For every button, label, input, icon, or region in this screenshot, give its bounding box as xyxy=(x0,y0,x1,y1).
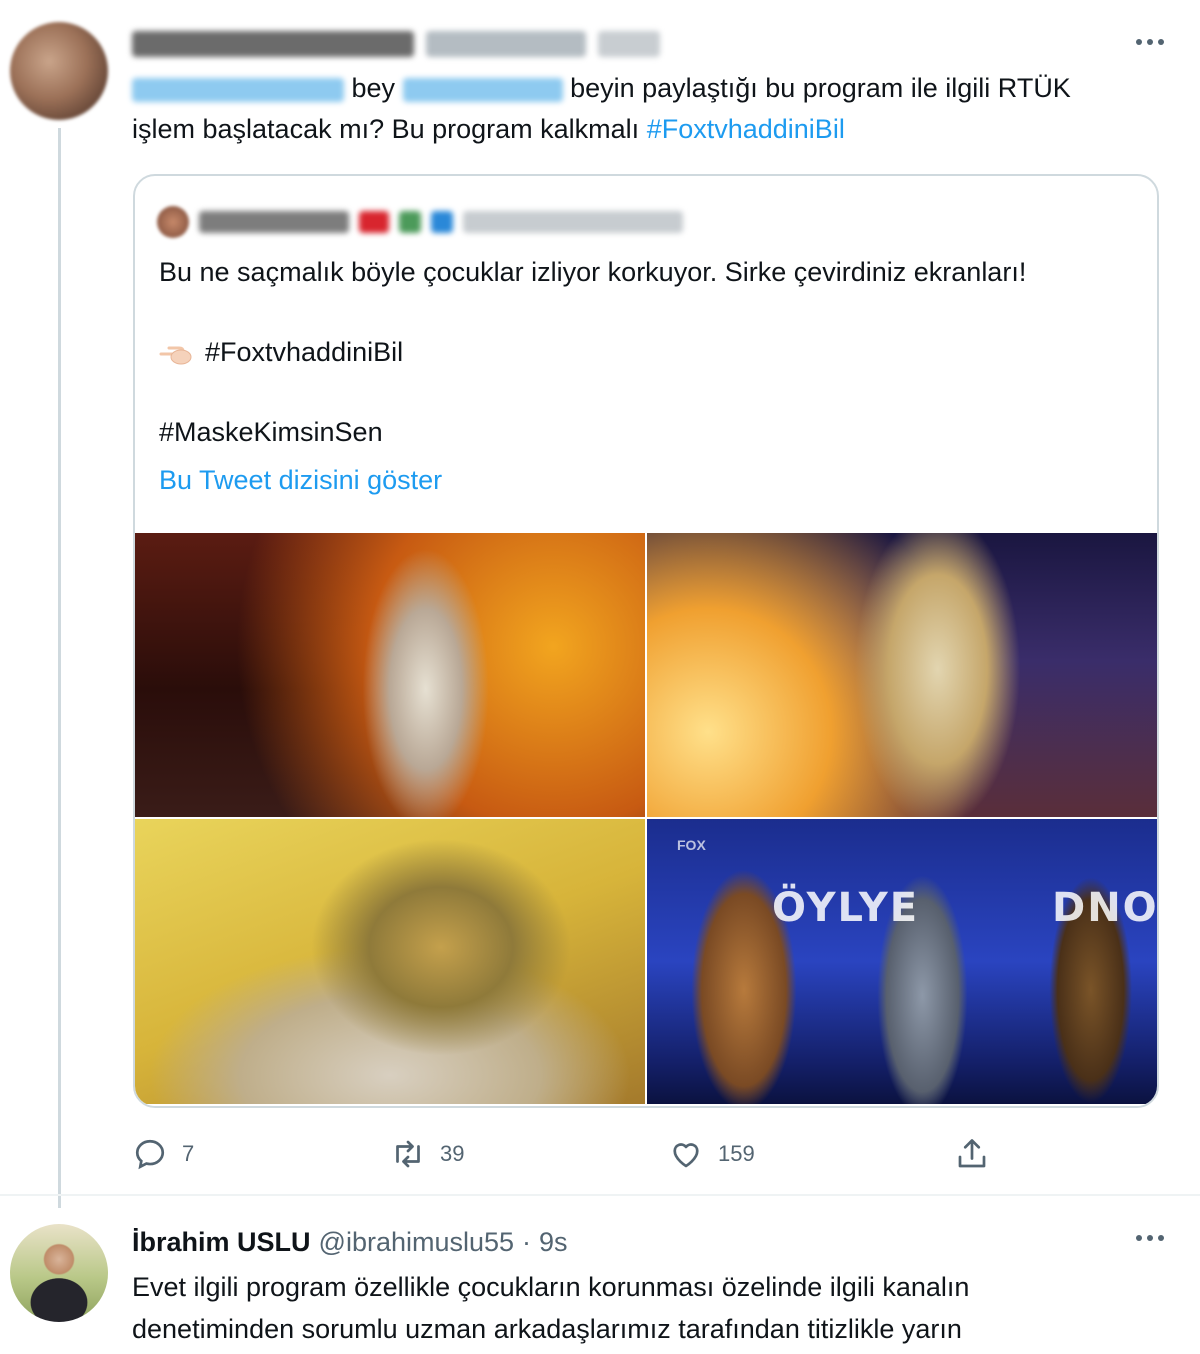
share-icon xyxy=(958,1139,986,1168)
media-image-lion-costume[interactable] xyxy=(647,533,1157,817)
blurred-emoji xyxy=(399,211,421,233)
tweet[interactable]: bey beyin paylaştığı bu program ile ilgi… xyxy=(0,0,1200,1208)
blurred-mention-1[interactable] xyxy=(132,77,344,102)
blurred-mention-2[interactable] xyxy=(402,77,563,102)
tweet-text-part-2: beyin paylaştığı bu program ile ilgili R… xyxy=(570,73,1071,103)
channel-logo: FOX xyxy=(677,837,706,853)
reply-tweet[interactable]: İbrahim USLU @ibrahimuslu55 · 9s Evet il… xyxy=(0,1196,1200,1354)
quoted-tweet[interactable]: Bu ne saçmalık böyle çocuklar izliyor ko… xyxy=(133,174,1159,1108)
avatar[interactable] xyxy=(10,1224,108,1322)
quoted-line-1: Bu ne saçmalık böyle çocuklar izliyor ko… xyxy=(159,257,1027,287)
quoted-tweet-header xyxy=(157,204,683,240)
blurred-username[interactable] xyxy=(132,31,414,57)
quoted-hashtag-1[interactable]: #FoxtvhaddiniBil xyxy=(205,337,403,367)
like-button[interactable]: 159 xyxy=(668,1134,755,1174)
tweet-text: bey beyin paylaştığı bu program ile ilgi… xyxy=(132,68,1172,150)
like-icon xyxy=(673,1143,699,1168)
tweet-text: Evet ilgili program özellikle çocukların… xyxy=(132,1266,1172,1350)
pointing-finger-icon xyxy=(159,346,192,365)
tweet-time[interactable]: 9s xyxy=(539,1227,568,1258)
quoted-avatar xyxy=(157,206,189,238)
more-icon[interactable] xyxy=(1130,1226,1170,1250)
quoted-tweet-text: Bu ne saçmalık böyle çocuklar izliyor ko… xyxy=(159,252,1149,500)
tweet-header xyxy=(132,28,660,60)
show-thread-link[interactable]: Bu Tweet dizisini göster xyxy=(159,460,1149,500)
tweet-text-line-1: Evet ilgili program özellikle çocukların… xyxy=(132,1272,970,1302)
tweet-header: İbrahim USLU @ibrahimuslu55 · 9s xyxy=(132,1226,568,1258)
blurred-quoted-username xyxy=(199,211,349,233)
reply-count: 7 xyxy=(182,1141,195,1166)
stage-banner-text-2: DNO xyxy=(1052,885,1157,931)
user-name[interactable]: İbrahim USLU xyxy=(132,1227,311,1258)
quoted-hashtag-2[interactable]: #MaskeKimsinSen xyxy=(159,412,1149,452)
retweet-icon xyxy=(396,1140,420,1168)
retweet-button[interactable]: 39 xyxy=(390,1134,464,1174)
media-image-stage[interactable] xyxy=(135,533,645,817)
media-image-golden-mask[interactable] xyxy=(135,819,645,1104)
retweet-count: 39 xyxy=(440,1141,465,1166)
hashtag-link[interactable]: #FoxtvhaddiniBil xyxy=(647,114,845,144)
separator-dot: · xyxy=(522,1226,532,1257)
tweet-text-line-2: işlem başlatacak mı? Bu program kalkmalı xyxy=(132,114,640,144)
blurred-handle[interactable] xyxy=(426,31,586,57)
share-button[interactable] xyxy=(954,1134,990,1174)
thread-line xyxy=(58,128,61,1208)
media-grid: FOX ÖYLYE DNO xyxy=(135,533,1157,1106)
tweet-actions: 7 39 159 xyxy=(132,1134,1012,1174)
media-image-stage-performers[interactable]: FOX ÖYLYE DNO xyxy=(647,819,1157,1104)
blurred-quoted-handle xyxy=(463,211,683,233)
blurred-emoji xyxy=(431,211,453,233)
avatar[interactable] xyxy=(10,22,108,120)
user-handle[interactable]: @ibrahimuslu55 xyxy=(319,1227,515,1258)
blurred-emoji xyxy=(359,211,389,233)
like-count: 159 xyxy=(718,1141,755,1166)
tweet-text-line-2: denetiminden sorumlu uzman arkadaşlarımı… xyxy=(132,1314,962,1344)
stage-banner-text: ÖYLYE xyxy=(772,885,920,931)
quoted-hashtag-line: #FoxtvhaddiniBil xyxy=(159,332,1149,372)
tweet-text-part-1: bey xyxy=(351,73,396,103)
blurred-time xyxy=(598,31,660,57)
reply-button[interactable]: 7 xyxy=(132,1134,194,1174)
more-icon[interactable] xyxy=(1130,30,1170,54)
reply-icon xyxy=(135,1139,165,1170)
